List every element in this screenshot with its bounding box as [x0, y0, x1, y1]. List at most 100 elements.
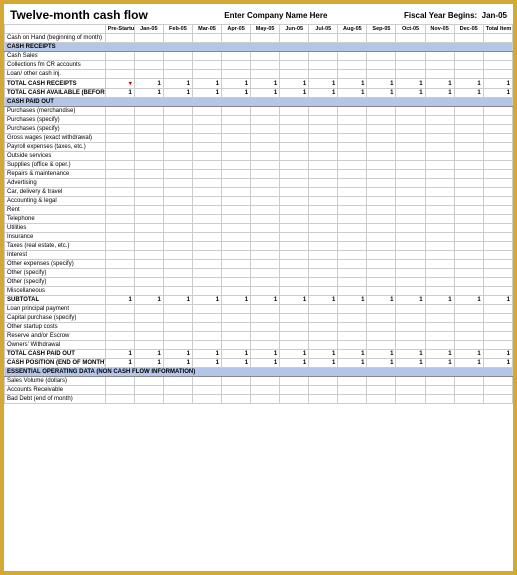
cell[interactable]	[309, 116, 338, 125]
cell[interactable]	[222, 170, 251, 179]
cell[interactable]	[134, 341, 163, 350]
cell[interactable]	[222, 341, 251, 350]
cell[interactable]	[163, 242, 192, 251]
cell[interactable]	[425, 107, 454, 116]
cell[interactable]	[425, 260, 454, 269]
cell[interactable]	[396, 260, 425, 269]
cell[interactable]	[338, 134, 367, 143]
cell[interactable]	[396, 107, 425, 116]
cell[interactable]	[454, 377, 483, 386]
cell[interactable]	[454, 260, 483, 269]
cell[interactable]	[338, 116, 367, 125]
cell[interactable]	[396, 341, 425, 350]
cell[interactable]	[280, 278, 309, 287]
cell[interactable]	[105, 377, 134, 386]
cell[interactable]	[163, 52, 192, 61]
cell[interactable]	[425, 61, 454, 70]
cell[interactable]	[222, 179, 251, 188]
cell[interactable]	[134, 134, 163, 143]
cell[interactable]: 1	[163, 79, 192, 89]
cell[interactable]	[338, 260, 367, 269]
cell[interactable]	[396, 197, 425, 206]
cell[interactable]	[105, 323, 134, 332]
cell[interactable]	[222, 61, 251, 70]
cell[interactable]	[454, 70, 483, 79]
cell[interactable]	[192, 134, 221, 143]
cell[interactable]	[396, 116, 425, 125]
cell[interactable]	[105, 215, 134, 224]
cell[interactable]: 1	[454, 89, 483, 98]
cell[interactable]	[192, 224, 221, 233]
cell[interactable]	[396, 188, 425, 197]
cell[interactable]	[222, 305, 251, 314]
cell[interactable]: 1	[309, 89, 338, 98]
cell[interactable]: 1	[483, 79, 512, 89]
cell[interactable]	[425, 134, 454, 143]
cell[interactable]: 1	[251, 359, 280, 368]
cell[interactable]	[105, 242, 134, 251]
cell[interactable]	[251, 224, 280, 233]
cell[interactable]	[396, 134, 425, 143]
cell[interactable]	[280, 377, 309, 386]
cell[interactable]: 1	[105, 359, 134, 368]
cell[interactable]	[425, 314, 454, 323]
cell[interactable]	[483, 269, 512, 278]
cell[interactable]: 1	[396, 89, 425, 98]
cell[interactable]	[425, 305, 454, 314]
cell[interactable]	[192, 278, 221, 287]
cell[interactable]	[483, 116, 512, 125]
cell[interactable]	[222, 134, 251, 143]
cell[interactable]	[105, 278, 134, 287]
cell[interactable]	[367, 323, 396, 332]
cell[interactable]	[192, 395, 221, 404]
cell[interactable]	[367, 305, 396, 314]
cell[interactable]	[222, 251, 251, 260]
cell[interactable]: 1	[425, 79, 454, 89]
cell[interactable]	[134, 170, 163, 179]
cell[interactable]	[134, 70, 163, 79]
cell[interactable]	[280, 332, 309, 341]
cell[interactable]	[163, 116, 192, 125]
cell[interactable]	[309, 143, 338, 152]
cell[interactable]	[105, 143, 134, 152]
cell[interactable]	[105, 305, 134, 314]
cell[interactable]	[222, 269, 251, 278]
cell[interactable]	[338, 107, 367, 116]
cell[interactable]	[192, 377, 221, 386]
cell[interactable]	[192, 206, 221, 215]
cell[interactable]	[280, 206, 309, 215]
cell[interactable]	[483, 242, 512, 251]
cell[interactable]	[309, 278, 338, 287]
cell[interactable]	[251, 260, 280, 269]
cell[interactable]: 1	[367, 350, 396, 359]
cell[interactable]	[134, 161, 163, 170]
cell[interactable]	[367, 278, 396, 287]
cell[interactable]	[338, 233, 367, 242]
cell[interactable]: 1	[105, 296, 134, 305]
cell[interactable]	[338, 206, 367, 215]
cell[interactable]	[338, 70, 367, 79]
cell[interactable]	[134, 278, 163, 287]
cell[interactable]: 1	[425, 350, 454, 359]
cell[interactable]	[454, 395, 483, 404]
cell[interactable]: 1	[483, 89, 512, 98]
cell[interactable]	[105, 395, 134, 404]
cell[interactable]	[192, 61, 221, 70]
cell[interactable]	[163, 161, 192, 170]
cell[interactable]	[134, 152, 163, 161]
cell[interactable]	[280, 152, 309, 161]
cell[interactable]	[134, 215, 163, 224]
cell[interactable]	[309, 323, 338, 332]
cell[interactable]: 1	[425, 359, 454, 368]
cell[interactable]	[396, 206, 425, 215]
cell[interactable]	[338, 323, 367, 332]
cell[interactable]	[396, 52, 425, 61]
cell[interactable]	[280, 305, 309, 314]
cell[interactable]	[367, 152, 396, 161]
cell[interactable]	[367, 386, 396, 395]
cell[interactable]	[454, 52, 483, 61]
cell[interactable]	[425, 170, 454, 179]
cell[interactable]	[192, 305, 221, 314]
cell[interactable]	[251, 206, 280, 215]
cell[interactable]	[309, 197, 338, 206]
